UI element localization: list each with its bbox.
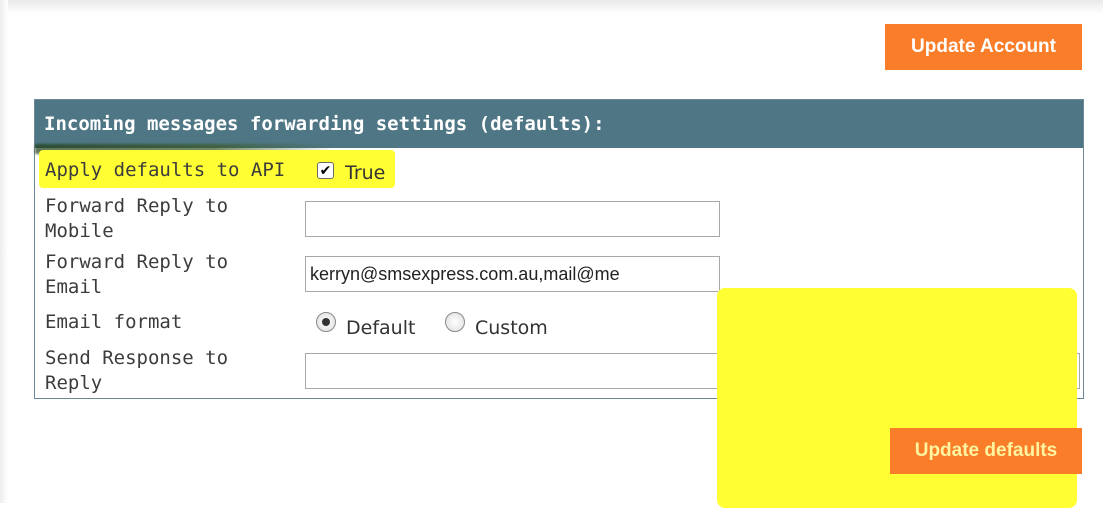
forward-mobile-label: Forward Reply to Mobile	[45, 194, 228, 244]
top-shadow	[0, 0, 1103, 14]
radio-default-label: Default	[346, 317, 416, 339]
forward-mobile-label-line2: Mobile	[45, 220, 114, 242]
apply-defaults-true-text: True	[345, 162, 386, 184]
checkmark-icon: ✔	[319, 162, 332, 179]
send-response-label-line2: Reply	[45, 372, 103, 394]
apply-defaults-label: Apply defaults to API	[45, 159, 286, 181]
highlight-update-defaults	[717, 288, 1077, 508]
radio-dot-icon	[322, 318, 330, 326]
email-format-label: Email format	[45, 311, 183, 333]
forward-email-label-line1: Forward Reply to	[45, 251, 229, 273]
update-account-button[interactable]: Update Account	[885, 24, 1082, 70]
send-response-label: Send Response to Reply	[45, 346, 228, 396]
forward-email-label: Forward Reply to Email	[45, 250, 228, 300]
forward-mobile-input[interactable]	[305, 201, 720, 237]
radio-default[interactable]	[316, 312, 336, 332]
left-shadow	[0, 0, 8, 503]
forward-mobile-label-line1: Forward Reply to	[45, 195, 229, 217]
send-response-label-line1: Send Response to	[45, 347, 229, 369]
radio-custom[interactable]	[445, 312, 465, 332]
forward-email-label-line2: Email	[45, 276, 103, 298]
forward-email-input[interactable]: kerryn@smsexpress.com.au,mail@me	[305, 256, 720, 292]
panel-title: Incoming messages forwarding settings (d…	[44, 113, 605, 135]
update-defaults-button[interactable]: Update defaults	[890, 428, 1082, 474]
apply-defaults-checkbox[interactable]: ✔	[317, 162, 334, 179]
panel-header: Incoming messages forwarding settings (d…	[35, 100, 1083, 154]
radio-custom-label: Custom	[475, 317, 548, 339]
